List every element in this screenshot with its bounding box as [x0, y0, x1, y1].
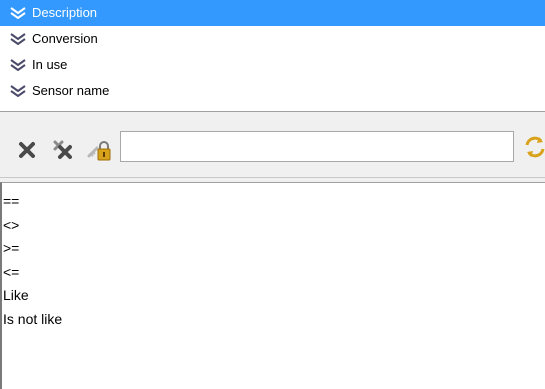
field-list[interactable]: Description Conversion In use Sensor nam… [0, 0, 545, 112]
double-chevron-down-icon [8, 32, 28, 46]
delete-button[interactable] [15, 138, 39, 162]
double-chevron-down-icon [8, 58, 28, 72]
operator-item-not-equal[interactable]: <> [2, 214, 545, 238]
double-chevron-down-icon [8, 84, 28, 98]
delete-all-button[interactable] [51, 138, 75, 162]
operator-item-like[interactable]: Like [2, 284, 545, 308]
delete-all-icon [53, 140, 72, 159]
delete-icon [19, 142, 35, 158]
operator-item-less-equal[interactable]: <= [2, 261, 545, 285]
filter-toolbar [0, 112, 545, 178]
field-item-conversion[interactable]: Conversion [0, 26, 545, 52]
field-item-label: Description [32, 5, 98, 20]
operator-list[interactable]: == <> >= <= Like Is not like [0, 182, 545, 389]
operator-item-greater-equal[interactable]: >= [2, 237, 545, 261]
operator-item-equal[interactable]: == [2, 190, 545, 214]
field-item-sensor-name[interactable]: Sensor name [0, 78, 545, 104]
lock-key-button[interactable] [87, 138, 111, 162]
refresh-icon [525, 136, 545, 158]
field-item-label: Sensor name [32, 83, 110, 98]
field-item-in-use[interactable]: In use [0, 52, 545, 78]
field-item-label: Conversion [32, 31, 98, 46]
field-item-label: In use [32, 57, 68, 72]
filter-input[interactable] [120, 131, 514, 162]
field-item-description[interactable]: Description [0, 0, 545, 26]
lock-key-icon [87, 141, 111, 161]
operator-item-not-like[interactable]: Is not like [2, 308, 545, 332]
double-chevron-down-icon [8, 6, 28, 20]
refresh-button[interactable] [523, 135, 545, 159]
